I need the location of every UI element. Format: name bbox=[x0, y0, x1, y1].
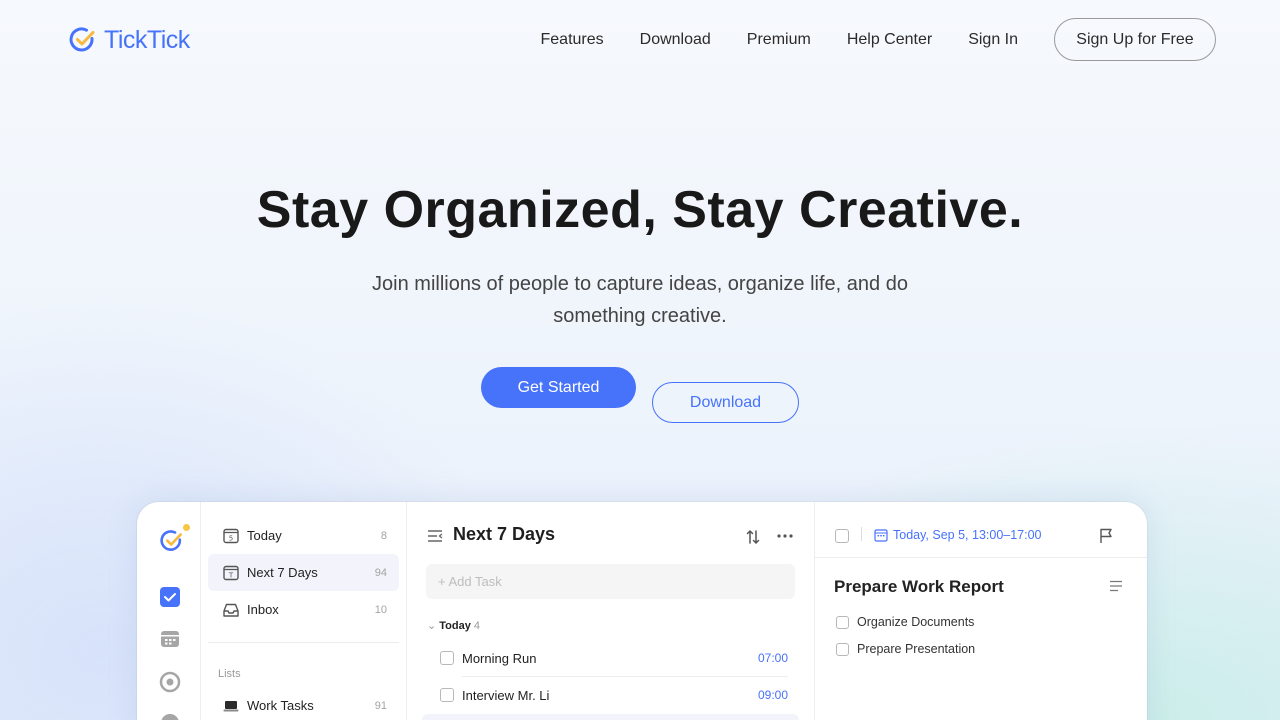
sidebar-item-next-7-days[interactable]: T Next 7 Days 94 bbox=[208, 554, 399, 591]
task-title: Morning Run bbox=[462, 650, 537, 666]
detail-separator bbox=[861, 527, 862, 541]
chevron-down-icon: ⌄ bbox=[427, 620, 437, 632]
sidebar-item-label: Next 7 Days bbox=[247, 565, 318, 580]
subtask-item[interactable]: Prepare Presentation bbox=[836, 642, 975, 656]
sidebar-item-today[interactable]: 5 Today 8 bbox=[208, 517, 399, 554]
sidebar-item-work-tasks[interactable]: Work Tasks 91 bbox=[208, 687, 399, 720]
svg-text:T: T bbox=[228, 571, 234, 579]
download-button[interactable]: Download bbox=[652, 382, 799, 423]
hero-subtitle: Join millions of people to capture ideas… bbox=[372, 273, 908, 327]
sidebar-item-label: Inbox bbox=[247, 602, 279, 617]
detail-title[interactable]: Prepare Work Report bbox=[834, 577, 1004, 597]
get-started-button[interactable]: Get Started bbox=[481, 367, 636, 408]
nav-help-center[interactable]: Help Center bbox=[847, 31, 932, 49]
add-task-input[interactable]: + Add Task bbox=[426, 564, 795, 599]
detail-header: Today, Sep 5, 13:00–17:00 bbox=[815, 502, 1147, 558]
ticktick-logo-icon bbox=[160, 530, 182, 551]
task-checkbox-icon[interactable] bbox=[159, 586, 181, 608]
task-detail-panel: Today, Sep 5, 13:00–17:00 Prepare Work R… bbox=[815, 502, 1147, 720]
task-row[interactable]: Morning Run 07:00 bbox=[440, 640, 790, 676]
habit-icon[interactable] bbox=[159, 712, 181, 720]
nav-features[interactable]: Features bbox=[541, 31, 604, 49]
menu-collapse-icon[interactable] bbox=[427, 529, 443, 543]
sidebar-item-label: Work Tasks bbox=[247, 698, 314, 713]
inbox-icon bbox=[223, 603, 239, 617]
hero-title: Stay Organized, Stay Creative. bbox=[256, 181, 1024, 239]
calendar-icon bbox=[874, 529, 888, 542]
sidebar-item-count: 94 bbox=[374, 566, 387, 579]
calendar-week-icon: T bbox=[223, 565, 239, 580]
sidebar-item-count: 10 bbox=[374, 603, 387, 616]
sidebar-item-label: Today bbox=[247, 528, 282, 543]
site-header: TickTick Features Download Premium Help … bbox=[0, 0, 1280, 80]
task-panel-title: Next 7 Days bbox=[453, 524, 556, 544]
detail-date-text: Today, Sep 5, 13:00–17:00 bbox=[893, 528, 1042, 542]
sidebar-item-count: 8 bbox=[380, 529, 387, 542]
app-preview: 5 Today 8 T Next 7 Days 94 Inbox 10 List… bbox=[137, 502, 1147, 720]
sidebar-item-count: 91 bbox=[374, 699, 387, 712]
app-logo bbox=[159, 522, 192, 558]
sidebar-divider bbox=[208, 642, 399, 643]
checklist-toggle-icon[interactable] bbox=[1109, 580, 1123, 592]
subtask-label: Organize Documents bbox=[857, 615, 975, 629]
task-time: 09:00 bbox=[757, 688, 788, 702]
task-time: 07:00 bbox=[757, 651, 788, 665]
nav-sign-in[interactable]: Sign In bbox=[968, 31, 1018, 49]
focus-timer-icon[interactable] bbox=[159, 671, 181, 693]
task-group-label: Today bbox=[439, 620, 471, 632]
nav-download[interactable]: Download bbox=[640, 31, 711, 49]
detail-date[interactable]: Today, Sep 5, 13:00–17:00 bbox=[874, 528, 1042, 542]
more-options-icon[interactable] bbox=[776, 533, 794, 539]
sort-icon[interactable] bbox=[746, 529, 760, 545]
task-group-today[interactable]: ⌄ Today 4 bbox=[427, 619, 480, 632]
task-group-count: 4 bbox=[473, 620, 481, 632]
task-title: Interview Mr. Li bbox=[462, 687, 550, 703]
subtask-checkbox[interactable] bbox=[836, 642, 849, 656]
task-row-selected[interactable] bbox=[422, 714, 799, 720]
app-sidebar: 5 Today 8 T Next 7 Days 94 Inbox 10 List… bbox=[201, 502, 407, 720]
calendar-day-icon: 5 bbox=[223, 528, 239, 543]
task-panel: Next 7 Days + Add Task ⌄ Today 4 Morning… bbox=[407, 502, 815, 720]
main-nav: Features Download Premium Help Center Si… bbox=[541, 18, 1216, 61]
task-row[interactable]: Interview Mr. Li 09:00 bbox=[440, 677, 790, 713]
subtask-item[interactable]: Organize Documents bbox=[836, 615, 974, 629]
task-checkbox[interactable] bbox=[440, 688, 454, 702]
lists-heading: Lists bbox=[218, 668, 241, 680]
subtask-checkbox[interactable] bbox=[836, 615, 849, 629]
app-icon-rail bbox=[145, 502, 201, 720]
notification-dot-icon bbox=[181, 522, 192, 533]
task-checkbox[interactable] bbox=[440, 651, 454, 665]
sidebar-item-inbox[interactable]: Inbox 10 bbox=[208, 591, 399, 628]
sign-up-button[interactable]: Sign Up for Free bbox=[1054, 18, 1216, 61]
svg-text:5: 5 bbox=[229, 534, 233, 542]
detail-checkbox[interactable] bbox=[835, 529, 849, 543]
nav-premium[interactable]: Premium bbox=[747, 31, 811, 49]
flag-icon[interactable] bbox=[1099, 528, 1113, 544]
calendar-icon[interactable] bbox=[159, 628, 181, 650]
logo[interactable]: TickTick bbox=[68, 24, 190, 56]
subtask-label: Prepare Presentation bbox=[857, 642, 976, 656]
ticktick-logo-icon bbox=[69, 27, 95, 52]
logo-text: TickTick bbox=[104, 25, 190, 54]
laptop-icon bbox=[223, 700, 239, 711]
